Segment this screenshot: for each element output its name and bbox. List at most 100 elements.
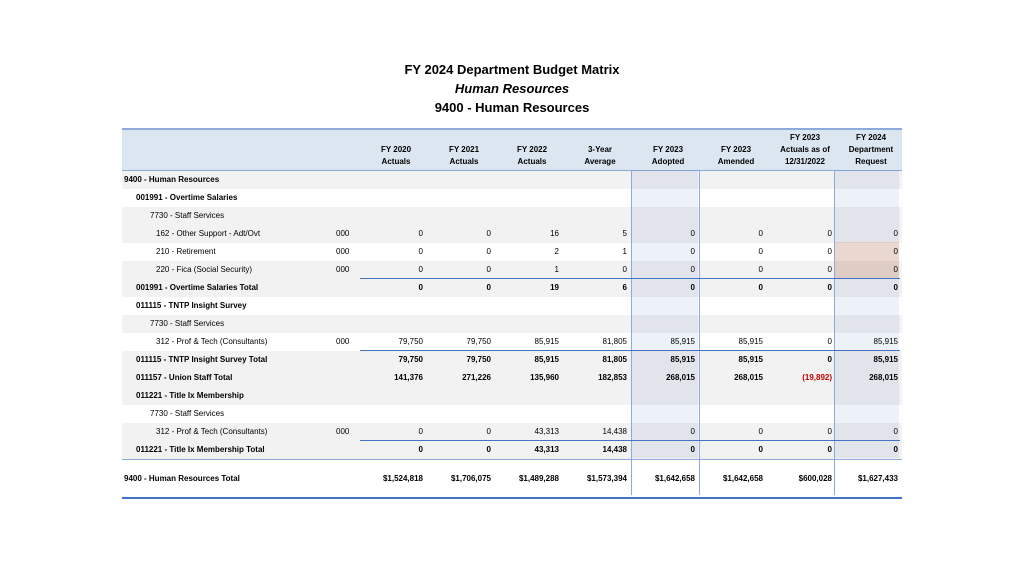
table-row: 312 - Prof & Tech (Consultants) 000 79,750… [122, 333, 902, 351]
value-cell: 0 [893, 283, 898, 292]
value-cell: 85,915 [873, 337, 898, 346]
value-cell: 0 [827, 337, 832, 346]
row-label: 312 - Prof & Tech (Consultants) [156, 427, 268, 436]
value-cell: 85,915 [670, 337, 695, 346]
column-header-line: Actuals as of [780, 145, 830, 154]
table-row: 162 - Other Support - Adt/Ovt 000 0 0 16 5 0 0 0… [122, 225, 902, 243]
value-cell: 0 [827, 229, 832, 238]
column-header-line: FY 2020 [380, 145, 412, 154]
row-label: 7730 - Staff Services [150, 211, 225, 220]
grand-total-value: $1,627,433 [857, 474, 898, 483]
value-cell: 85,915 [534, 355, 559, 364]
column-header: FY 2023 Adopted [637, 130, 699, 170]
value-cell: 85,915 [670, 355, 695, 364]
value-cell: 0 [827, 355, 832, 364]
value-cell: 0 [486, 427, 491, 436]
value-cell: 0 [486, 445, 491, 454]
column-header-line: FY 2023 [720, 145, 752, 154]
table-header: FY 2020 Actuals FY 2021 Actuals FY 2022 Actua… [122, 128, 902, 171]
grand-total-value: $600,028 [798, 474, 832, 483]
value-cell: 271,226 [462, 373, 491, 382]
grand-total-row: 9400 - Human Resources Total $1,524,818 $1… [122, 459, 902, 499]
value-cell: 0 [893, 265, 898, 274]
grand-total-value: $1,642,658 [722, 474, 763, 483]
column-header-line: FY 2023 [652, 145, 684, 154]
value-cell: 85,915 [534, 337, 559, 346]
column-header: 3-Year Average [569, 130, 631, 170]
value-cell: 0 [827, 427, 832, 436]
grand-total-value: $1,489,288 [518, 474, 559, 483]
value-cell: 6 [622, 283, 627, 292]
grand-total-value: $1,573,394 [586, 474, 627, 483]
value-cell: 79,750 [466, 355, 491, 364]
column-header-line: Amended [717, 157, 755, 166]
table-row: 001991 - Overtime Salaries [122, 189, 902, 207]
value-cell: 0 [758, 283, 763, 292]
value-cell: 79,750 [398, 337, 423, 346]
value-cell: 0 [758, 265, 763, 274]
value-cell: 0 [758, 427, 763, 436]
column-header: FY 2024 Department Request [840, 130, 902, 170]
value-cell: 0 [690, 247, 695, 256]
table-row: 210 - Retirement 000 0 0 2 1 0 0 0 0 [122, 243, 902, 261]
value-cell: 79,750 [398, 355, 423, 364]
row-label: 011115 - TNTP Insight Survey Total [136, 355, 268, 364]
subtotal-rule [360, 350, 900, 351]
value-cell: 0 [893, 427, 898, 436]
table-row: 011115 - TNTP Insight Survey Total 79,750… [122, 351, 902, 369]
value-cell: 0 [827, 283, 832, 292]
value-cell: 43,313 [534, 427, 559, 436]
row-label: 312 - Prof & Tech (Consultants) [156, 337, 268, 346]
value-cell: 0 [622, 265, 627, 274]
value-cell: 0 [893, 247, 898, 256]
table-row: 011115 - TNTP Insight Survey [122, 297, 902, 315]
grand-total-value: $1,642,658 [654, 474, 695, 483]
value-cell: 0 [486, 265, 491, 274]
value-cell: 0 [690, 229, 695, 238]
value-cell: 0 [418, 445, 423, 454]
value-cell: 14,438 [602, 445, 627, 454]
table-row: 7730 - Staff Services [122, 207, 902, 225]
value-cell: 81,805 [602, 337, 627, 346]
row-label: 011221 - Title Ix Membership Total [136, 445, 265, 454]
table-row: 9400 - Human Resources [122, 171, 902, 189]
column-header-line: 12/31/2022 [784, 157, 826, 166]
column-header-line: Actuals [449, 157, 479, 166]
table-row: 7730 - Staff Services [122, 405, 902, 423]
value-cell: 16 [550, 229, 559, 238]
column-header: FY 2020 Actuals [365, 130, 427, 170]
value-cell: 5 [622, 229, 627, 238]
row-label: 210 - Retirement [156, 247, 216, 256]
column-header: FY 2022 Actuals [501, 130, 563, 170]
row-label: 7730 - Staff Services [150, 319, 225, 328]
column-header-line: Adopted [651, 157, 685, 166]
value-cell: 0 [827, 445, 832, 454]
row-label: 162 - Other Support - Adt/Ovt [156, 229, 261, 238]
value-cell: 0 [690, 265, 695, 274]
row-label: 001991 - Overtime Salaries Total [136, 283, 259, 292]
value-cell: 0 [486, 247, 491, 256]
table-row: 011157 - Union Staff Total 141,376 271,226… [122, 369, 902, 387]
table-row: 001991 - Overtime Salaries Total 0 0 19 6 0 0 0… [122, 279, 902, 297]
report-titles: FY 2024 Department Budget Matrix Human R… [0, 60, 1024, 117]
department-line: 9400 - Human Resources [434, 100, 590, 115]
value-cell: 2 [554, 247, 559, 256]
subtotal-rule [360, 440, 900, 441]
column-header-line: Request [855, 157, 887, 166]
value-cell: 85,915 [873, 355, 898, 364]
value-cell: 1 [622, 247, 627, 256]
value-cell: 182,853 [598, 373, 627, 382]
value-cell: 0 [758, 445, 763, 454]
table-row: 011221 - Title Ix Membership [122, 387, 902, 405]
subtotal-rule [360, 278, 900, 279]
row-label: 001991 - Overtime Salaries [136, 193, 238, 202]
value-cell: 268,015 [666, 373, 695, 382]
column-header-line: Department [848, 145, 894, 154]
table-row: 220 - Fica (Social Security) 000 0 0 1 0 0 0 0 0 [122, 261, 902, 279]
row-label: 7730 - Staff Services [150, 409, 225, 418]
value-cell: 0 [486, 229, 491, 238]
table-row: 312 - Prof & Tech (Consultants) 0 0 0 0 0 43,3… [122, 423, 902, 441]
column-header: FY 2023 Amended [705, 130, 767, 170]
value-cell: 0 [418, 283, 423, 292]
budget-matrix-table: FY 2020 Actuals FY 2021 Actuals FY 2022 Actua… [122, 128, 902, 499]
